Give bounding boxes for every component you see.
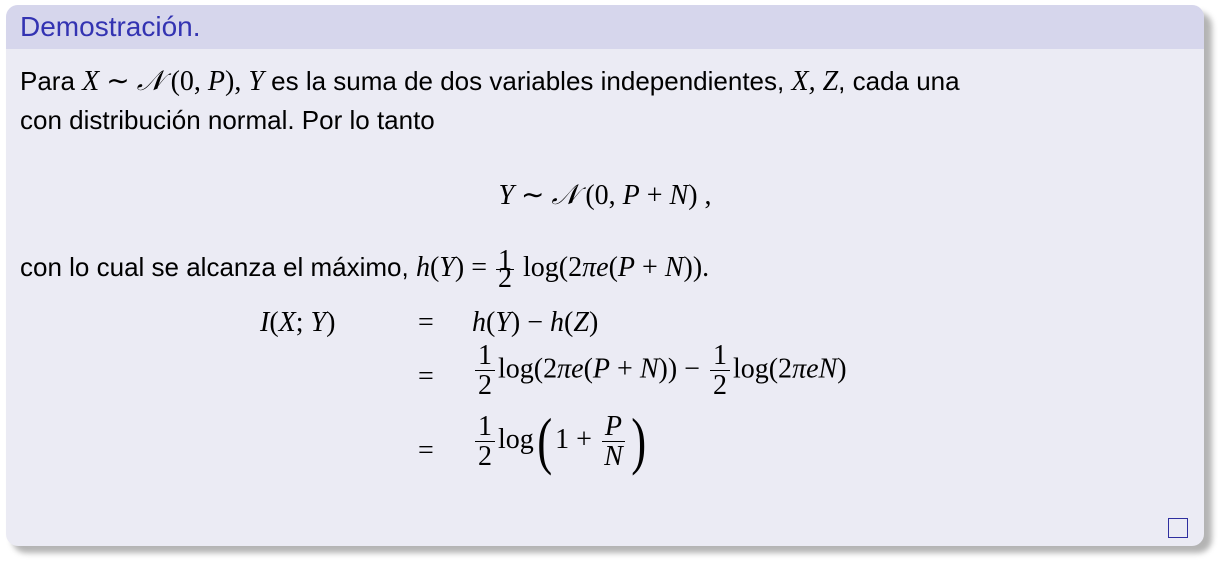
qed-square-icon (1168, 518, 1188, 538)
eq-sign-3: = (418, 435, 434, 466)
eq-sign-2: = (418, 361, 434, 392)
eq-rhs-1: h(Y) − h(Z) (472, 307, 599, 338)
block-title: Demostración. (6, 5, 1204, 49)
paragraph-1: Para X ∼ 𝒩 (0, P), Y es la suma de dos v… (20, 64, 960, 135)
block-body: Para X ∼ 𝒩 (0, P), Y es la suma de dos v… (6, 49, 1204, 497)
eq-rhs-3: 1 2 log(1 + P N) (472, 409, 649, 473)
display-equation-y: Y ∼ 𝒩 (0, P + N) , (498, 178, 712, 211)
proof-block: Demostración. Para X ∼ 𝒩 (0, P), Y es la… (6, 5, 1204, 546)
para1-text-3: , cada una (838, 66, 960, 96)
para2-text-1: con lo cual se alcanza el máximo, (20, 252, 416, 282)
para1-text-2: es la suma de dos variables independient… (263, 66, 792, 96)
eq-lhs: I(X; Y) (260, 307, 336, 338)
para1-text-4: con distribución normal. Por lo tanto (20, 105, 435, 135)
formula-x-dist: X (82, 66, 100, 97)
equation-array: I(X; Y) = h(Y) − h(Z) = 1 2 log(2πe(P + N)… (20, 297, 1190, 497)
formula-xz: X, Z (791, 66, 839, 97)
eq-rhs-2: 1 2 log(2πe(P + N)) − 1 2 log(2πeN) (472, 341, 847, 400)
eq-sign-1: = (418, 307, 434, 338)
para1-text-1: Para (20, 66, 83, 96)
fraction-half: 12 (496, 244, 514, 294)
paragraph-2: con lo cual se alcanza el máximo, h(Y) =… (20, 244, 710, 294)
